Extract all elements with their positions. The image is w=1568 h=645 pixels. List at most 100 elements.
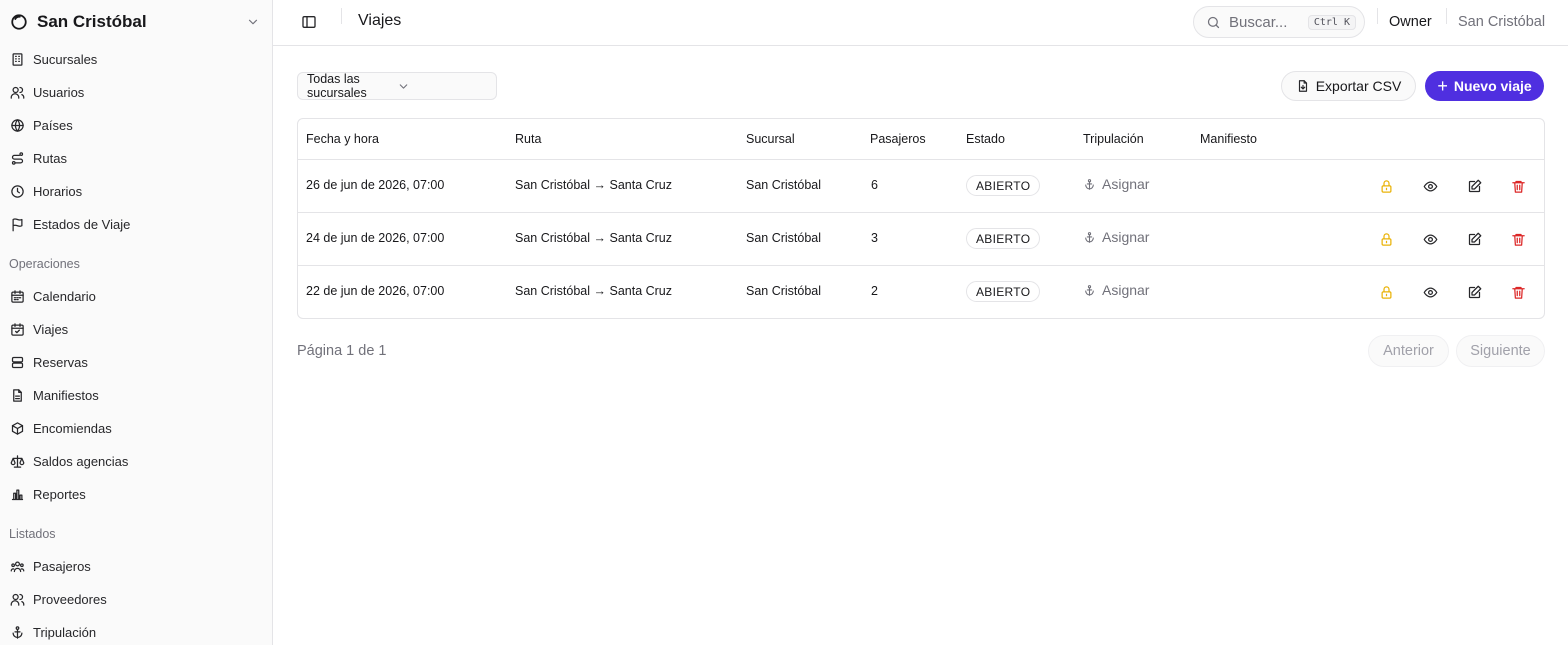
sidebar-item-label: Tripulación [33,624,97,640]
header-divider [1377,8,1378,24]
new-trip-button[interactable]: + Nuevo viaje [1425,71,1544,101]
search-placeholder: Buscar... [1229,13,1288,31]
sidebar-item-label: Usuarios [33,84,85,100]
next-page-button[interactable]: Siguiente [1456,335,1545,367]
anchor-icon [1083,178,1096,191]
pagination-info: Página 1 de 1 [297,343,387,359]
column-header-ruta: Ruta [515,132,542,146]
sidebar-item-label: Horarios [33,183,83,199]
file-download-icon [1296,79,1310,93]
branch-filter-select[interactable]: Todas las sucursales [297,72,497,100]
bar-chart-icon [9,486,25,502]
table-row: 24 de jun de 2026, 07:00 San Cristóbal →… [298,213,1544,266]
view-icon[interactable] [1421,230,1439,248]
sidebar-item-label: Estados de Viaje [33,216,131,232]
previous-page-button[interactable]: Anterior [1368,335,1449,367]
cell-pasajeros: 6 [871,178,878,192]
cell-ruta: San Cristóbal → Santa Cruz [515,178,673,192]
sidebar-item-reservas[interactable]: Reservas [9,349,261,375]
cell-sucursal: San Cristóbal [746,231,822,245]
sidebar-item-label: Saldos agencias [33,453,129,469]
export-csv-label: Exportar CSV [1315,78,1402,94]
sidebar-item-reportes[interactable]: Reportes [9,481,261,507]
sidebar-item-saldos-agencias[interactable]: Saldos agencias [9,448,261,474]
column-header-estado: Estado [966,132,1005,146]
scale-icon [9,453,25,469]
sidebar-item-label: Reportes [33,486,86,502]
search-icon [1206,15,1221,30]
building-icon [9,51,25,67]
column-header-pasajeros: Pasajeros [870,132,926,146]
sidebar-item-sucursales[interactable]: Sucursales [9,46,261,72]
sidebar-item-manifiestos[interactable]: Manifiestos [9,382,261,408]
delete-icon[interactable] [1509,177,1527,195]
export-csv-button[interactable]: Exportar CSV [1281,71,1416,101]
assign-crew-button[interactable]: Asignar [1083,282,1149,298]
sidebar-item-calendario[interactable]: Calendario [9,283,261,309]
cell-fecha: 22 de jun de 2026, 07:00 [306,284,445,298]
cell-fecha: 24 de jun de 2026, 07:00 [306,231,445,245]
sidebar-item-pasajeros[interactable]: Pasajeros [9,553,261,579]
current-org: San Cristóbal [1458,14,1546,30]
view-icon[interactable] [1421,283,1439,301]
lock-icon[interactable] [1377,177,1395,195]
sidebar-item-label: Pasajeros [33,558,91,574]
search-input[interactable]: Buscar... Ctrl K [1193,6,1365,38]
assign-crew-label: Asignar [1102,176,1150,192]
delete-icon[interactable] [1509,283,1527,301]
column-header-manifiesto: Manifiesto [1200,132,1257,146]
sidebar-item-label: Rutas [33,150,67,166]
package-icon [9,420,25,436]
users-icon [9,84,25,100]
assign-crew-label: Asignar [1102,229,1150,245]
cell-fecha: 26 de jun de 2026, 07:00 [306,178,445,192]
edit-icon[interactable] [1465,177,1483,195]
sidebar-toggle-icon[interactable] [300,13,318,31]
view-icon[interactable] [1421,177,1439,195]
delete-icon[interactable] [1509,230,1527,248]
page-title: Viajes [358,12,402,29]
sidebar-item-label: Calendario [33,288,96,304]
lock-icon[interactable] [1377,230,1395,248]
sidebar-item-estados-de-viaje[interactable]: Estados de Viaje [9,211,261,237]
globe-icon [9,117,25,133]
column-header-sucursal: Sucursal [746,132,795,146]
sidebar-item-viajes[interactable]: Viajes [9,316,261,342]
new-trip-label: Nuevo viaje [1453,78,1532,94]
cell-sucursal: San Cristóbal [746,284,822,298]
cell-pasajeros: 3 [871,231,878,245]
route-icon [9,150,25,166]
lock-icon[interactable] [1377,283,1395,301]
sidebar-item-label: Sucursales [33,51,98,67]
trips-table: Fecha y hora Ruta Sucursal Pasajeros Est… [297,118,1545,319]
clock-icon [9,183,25,199]
branch-filter-value: Todas las sucursales [307,72,367,100]
sidebar-item-label: Países [33,117,73,133]
column-header-fecha: Fecha y hora [306,132,379,146]
users-group-icon [9,558,25,574]
sidebar-item-proveedores[interactable]: Proveedores [9,586,261,612]
layers-icon [9,354,25,370]
cell-ruta: San Cristóbal → Santa Cruz [515,231,673,245]
org-switcher[interactable]: San Cristóbal [9,8,261,36]
sidebar-item-encomiendas[interactable]: Encomiendas [9,415,261,441]
edit-icon[interactable] [1465,230,1483,248]
sidebar-item-rutas[interactable]: Rutas [9,145,261,171]
sidebar-item-tripulacion[interactable]: Tripulación [9,619,261,645]
status-badge: ABIERTO [966,281,1041,302]
assign-crew-label: Asignar [1102,282,1150,298]
anchor-icon [1083,284,1096,297]
sidebar-item-label: Reservas [33,354,88,370]
sidebar-item-horarios[interactable]: Horarios [9,178,261,204]
assign-crew-button[interactable]: Asignar [1083,229,1149,245]
sidebar-item-paises[interactable]: Países [9,112,261,138]
section-label-listados: Listados [9,527,56,541]
header-divider [341,8,342,24]
header-divider [1446,8,1447,24]
assign-crew-button[interactable]: Asignar [1083,176,1149,192]
table-header: Fecha y hora Ruta Sucursal Pasajeros Est… [298,119,1544,160]
sidebar-item-usuarios[interactable]: Usuarios [9,79,261,105]
plus-icon: + [1437,76,1448,96]
edit-icon[interactable] [1465,283,1483,301]
table-row: 22 de jun de 2026, 07:00 San Cristóbal →… [298,266,1544,318]
